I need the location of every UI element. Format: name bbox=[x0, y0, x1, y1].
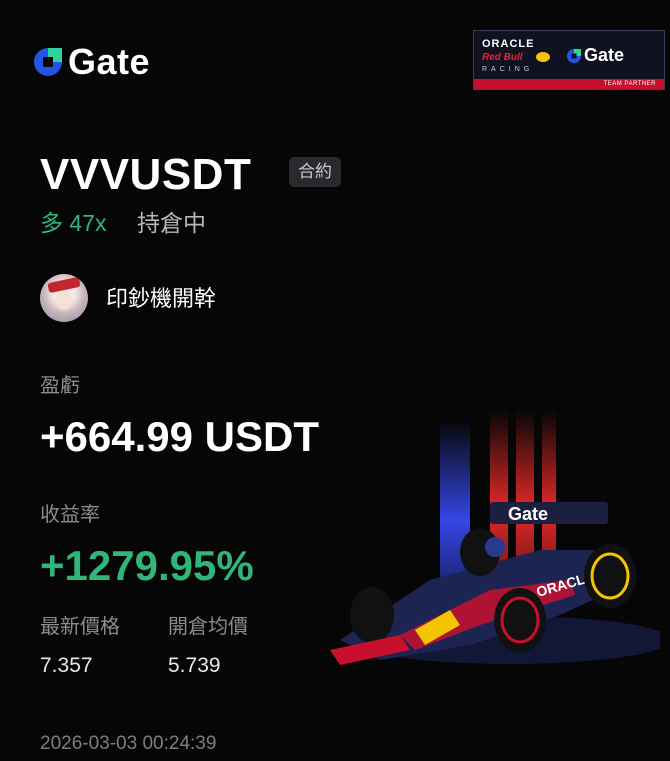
car-wing-logo: Gate bbox=[508, 504, 548, 524]
timestamp: 2026-03-03 00:24:39 bbox=[40, 733, 217, 754]
pnl-value: +664.99 USDT bbox=[40, 413, 319, 460]
pnl-label: 盈虧 bbox=[40, 375, 80, 397]
position-side-leverage: 多 47x bbox=[40, 210, 107, 236]
contract-type-badge: 合約 bbox=[289, 157, 341, 187]
brand-name: Gate bbox=[68, 41, 151, 82]
gate-logo: Gate bbox=[32, 42, 150, 82]
entry-price-label: 開倉均價 bbox=[168, 616, 248, 638]
entry-price-value: 5.739 bbox=[168, 654, 221, 677]
partner-gate-logo: Gate bbox=[566, 45, 624, 66]
partner-gate-name: Gate bbox=[584, 45, 625, 65]
redbull-sun-icon bbox=[536, 52, 550, 62]
driver-helmet bbox=[485, 537, 505, 557]
f1-car-illustration: Gate ORACLE bbox=[330, 410, 660, 665]
gate-logo-icon bbox=[567, 48, 581, 63]
user-avatar bbox=[40, 274, 88, 322]
username: 印鈔機開幹 bbox=[106, 286, 217, 311]
team-partner-banner: ORACLE Red Bull RACING Gate TEAM PARTNER bbox=[473, 30, 665, 90]
contract-symbol: VVVUSDT bbox=[40, 150, 252, 199]
gate-logo-icon bbox=[34, 48, 62, 76]
team-partner-label: TEAM PARTNER bbox=[603, 81, 656, 87]
redbull-wordmark: Red Bull bbox=[482, 52, 523, 63]
roi-value: +1279.95% bbox=[40, 542, 254, 589]
latest-price-value: 7.357 bbox=[40, 654, 93, 677]
latest-price-label: 最新價格 bbox=[40, 616, 120, 638]
position-status: 持倉中 bbox=[137, 210, 206, 236]
racing-wordmark: RACING bbox=[482, 66, 534, 73]
roi-label: 收益率 bbox=[40, 504, 100, 526]
front-wheel bbox=[350, 587, 394, 643]
oracle-wordmark: ORACLE bbox=[482, 38, 535, 50]
